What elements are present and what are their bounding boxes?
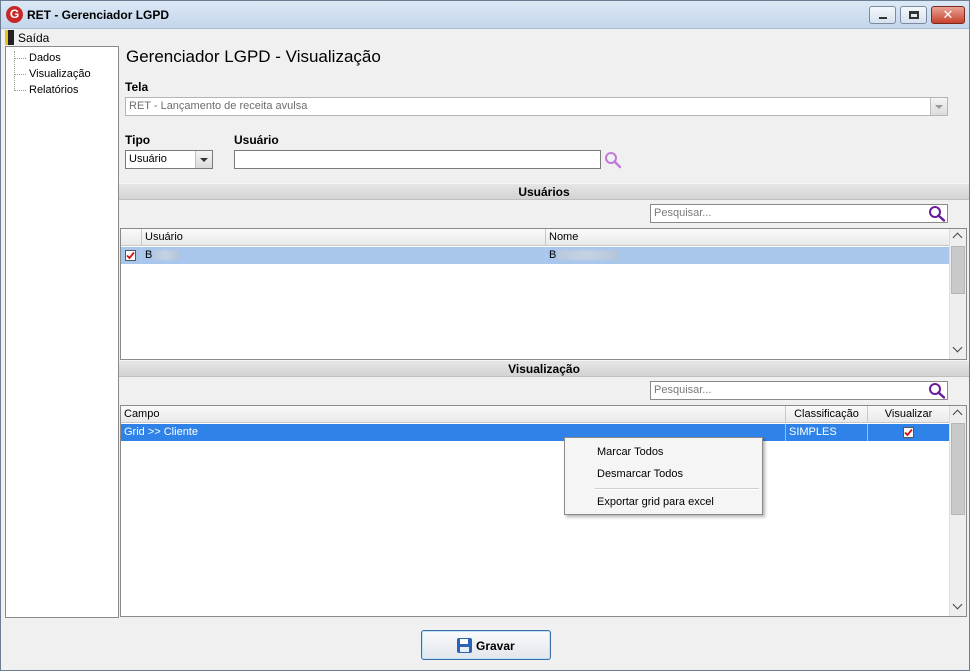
visualizacao-grid: Campo Classificação Visualizar Grid >> C… [120, 405, 967, 617]
visualizacao-grid-header-campo[interactable]: Campo [121, 406, 786, 423]
page-title: Gerenciador LGPD - Visualização [126, 47, 381, 66]
scroll-up-icon[interactable] [950, 406, 966, 422]
visualizacao-grid-header-classificacao[interactable]: Classificação [786, 406, 868, 423]
menu-bar: Saída [1, 29, 969, 46]
usuarios-grid-header-usuario[interactable]: Usuário [142, 229, 546, 246]
classificacao-cell: SIMPLES [786, 424, 868, 441]
context-menu: Marcar Todos Desmarcar Todos Exportar gr… [564, 437, 763, 515]
redacted-text [153, 250, 180, 261]
visualizar-checkbox[interactable] [903, 427, 914, 438]
tree-item-dados[interactable]: Dados [14, 51, 61, 65]
minimize-button[interactable] [869, 6, 896, 24]
title-bar: G RET - Gerenciador LGPD ✕ [1, 1, 969, 29]
row-checkbox[interactable] [125, 250, 136, 261]
context-menu-export-excel[interactable]: Exportar grid para excel [597, 494, 714, 510]
tela-label: Tela [125, 80, 149, 94]
window-title: RET - Gerenciador LGPD [27, 8, 170, 22]
visualizacao-search-input[interactable]: Pesquisar... [650, 381, 948, 400]
menu-item-exit-label: Saída [18, 30, 50, 45]
maximize-button[interactable] [900, 6, 927, 24]
scroll-up-icon[interactable] [950, 229, 966, 245]
usuarios-grid-header-nome[interactable]: Nome [546, 229, 950, 246]
tela-select[interactable]: RET - Lançamento de receita avulsa [125, 97, 948, 116]
minimize-icon [879, 17, 887, 19]
visualizacao-grid-scrollbar[interactable] [949, 406, 966, 616]
usuarios-grid-scrollbar[interactable] [949, 229, 966, 359]
nome-cell-text: B [549, 249, 557, 261]
usuario-cell-text: B [145, 249, 153, 261]
scroll-down-icon[interactable] [950, 599, 966, 615]
usuarios-grid-header-select [121, 229, 142, 246]
checkmark-icon [904, 428, 913, 437]
app-logo-icon: G [6, 6, 23, 23]
visualizacao-search-placeholder: Pesquisar... [654, 384, 712, 396]
visualizacao-section-header: Visualização [119, 360, 969, 377]
tipo-select[interactable]: Usuário [125, 150, 213, 169]
usuarios-section-header: Usuários [119, 183, 969, 200]
search-icon[interactable] [928, 382, 946, 399]
tela-select-value: RET - Lançamento de receita avulsa [129, 100, 308, 112]
menu-item-exit[interactable]: Saída [5, 29, 49, 46]
row-select-cell[interactable] [121, 247, 142, 264]
close-button[interactable]: ✕ [931, 6, 965, 24]
context-menu-unmark-all[interactable]: Desmarcar Todos [597, 466, 683, 482]
scrollbar-thumb[interactable] [951, 423, 965, 515]
chevron-down-icon[interactable] [930, 98, 947, 115]
scroll-down-icon[interactable] [950, 342, 966, 358]
visualizar-cell[interactable] [868, 424, 950, 441]
usuarios-grid: Usuário Nome B B [120, 228, 967, 360]
visualizacao-grid-header-visualizar[interactable]: Visualizar [868, 406, 950, 423]
usuarios-search-placeholder: Pesquisar... [654, 207, 712, 219]
tipo-select-value: Usuário [129, 153, 167, 165]
usuario-cell: B [142, 247, 546, 264]
table-row[interactable]: Grid >> Cliente SIMPLES [121, 424, 950, 441]
tree-item-label: Dados [29, 52, 61, 64]
save-button[interactable]: Gravar [421, 630, 551, 660]
exit-door-icon [5, 30, 14, 45]
usuario-input[interactable] [234, 150, 601, 169]
table-row[interactable]: B B [121, 247, 950, 264]
context-menu-mark-all[interactable]: Marcar Todos [597, 444, 663, 460]
usuarios-search-input[interactable]: Pesquisar... [650, 204, 948, 223]
usuario-label: Usuário [234, 133, 279, 147]
search-icon[interactable] [928, 205, 946, 222]
context-menu-separator [595, 488, 759, 490]
close-icon: ✕ [942, 7, 954, 22]
tree-item-label: Visualização [29, 68, 91, 80]
redacted-text [557, 250, 620, 261]
checkmark-icon [126, 251, 135, 260]
save-button-label: Gravar [476, 639, 515, 653]
navigation-tree: Dados Visualização Relatórios [5, 46, 119, 618]
scrollbar-thumb[interactable] [951, 246, 965, 294]
tipo-label: Tipo [125, 133, 151, 147]
tree-item-visualizacao[interactable]: Visualização [14, 67, 91, 81]
chevron-down-icon[interactable] [195, 151, 212, 168]
tree-item-relatorios[interactable]: Relatórios [14, 83, 79, 97]
maximize-icon [909, 11, 919, 19]
tree-item-label: Relatórios [29, 84, 79, 96]
floppy-disk-icon [457, 638, 472, 653]
nome-cell: B [546, 247, 950, 264]
search-icon[interactable] [604, 151, 622, 169]
app-window: G RET - Gerenciador LGPD ✕ Saída Dados V… [0, 0, 970, 671]
